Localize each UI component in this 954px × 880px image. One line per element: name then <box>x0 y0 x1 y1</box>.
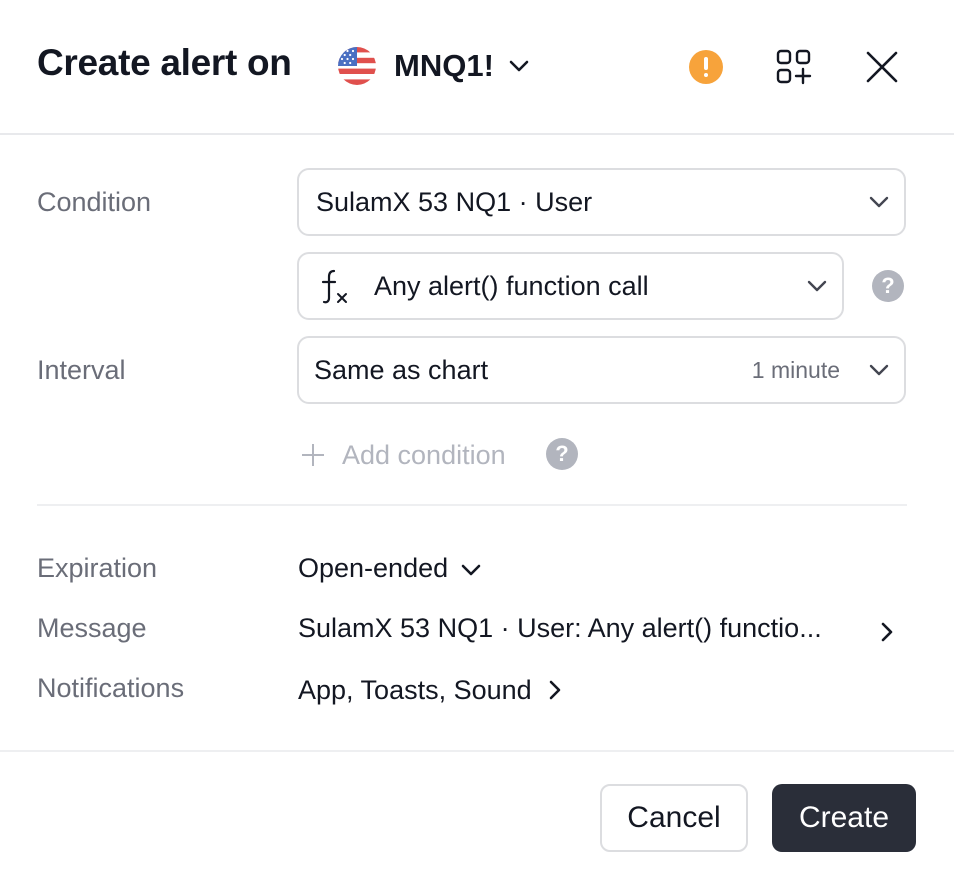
chevron-down-icon <box>806 279 828 298</box>
plus-icon <box>302 444 324 466</box>
interval-select[interactable]: Same as chart 1 minute <box>297 336 906 404</box>
condition-source-value: SulamX 53 NQ1 · User <box>316 186 593 217</box>
notifications-link[interactable]: App, Toasts, Sound <box>298 673 562 708</box>
message-value: SulamX 53 NQ1 · User: Any alert() functi… <box>298 613 822 643</box>
interval-sub-value: 1 minute <box>751 356 840 383</box>
close-icon[interactable] <box>864 49 900 90</box>
chevron-down-icon <box>868 363 890 382</box>
cancel-button[interactable]: Cancel <box>600 784 748 852</box>
chevron-right-icon <box>880 619 894 650</box>
notifications-label: Notifications <box>37 673 185 703</box>
notifications-value: App, Toasts, Sound <box>298 675 532 705</box>
chevron-right-icon <box>548 677 562 708</box>
message-label: Message <box>37 613 147 643</box>
chevron-down-icon <box>868 195 890 214</box>
add-condition-label: Add condition <box>342 439 506 470</box>
expiration-value: Open-ended <box>298 553 449 583</box>
dialog-title: Create alert on <box>37 42 292 83</box>
us-flag-icon <box>338 47 376 85</box>
section-divider <box>37 504 907 506</box>
interval-value: Same as chart <box>314 354 489 385</box>
warning-icon[interactable] <box>689 50 723 84</box>
interval-label: Interval <box>37 355 126 385</box>
condition-trigger-value: Any alert() function call <box>374 270 649 301</box>
condition-trigger-select[interactable]: Any alert() function call <box>297 252 844 320</box>
grid-add-icon[interactable] <box>776 49 812 90</box>
expiration-label: Expiration <box>37 553 158 583</box>
symbol-name: MNQ1! <box>394 48 494 83</box>
condition-source-select[interactable]: SulamX 53 NQ1 · User <box>297 168 906 236</box>
add-condition-help-icon[interactable]: ? <box>546 438 578 470</box>
create-button[interactable]: Create <box>772 784 916 852</box>
expiration-selector[interactable]: Open-ended <box>298 553 482 584</box>
chevron-down-icon <box>460 553 482 584</box>
condition-help-icon[interactable]: ? <box>872 270 904 302</box>
fx-icon <box>319 268 353 311</box>
chevron-down-icon <box>508 59 530 78</box>
add-condition-button[interactable]: Add condition <box>302 438 506 472</box>
condition-label: Condition <box>37 187 152 217</box>
message-editor-link[interactable]: SulamX 53 NQ1 · User: Any alert() functi… <box>298 613 898 644</box>
symbol-selector[interactable]: MNQ1! <box>338 44 530 88</box>
dialog-header: Create alert on MNQ1! <box>0 0 954 135</box>
